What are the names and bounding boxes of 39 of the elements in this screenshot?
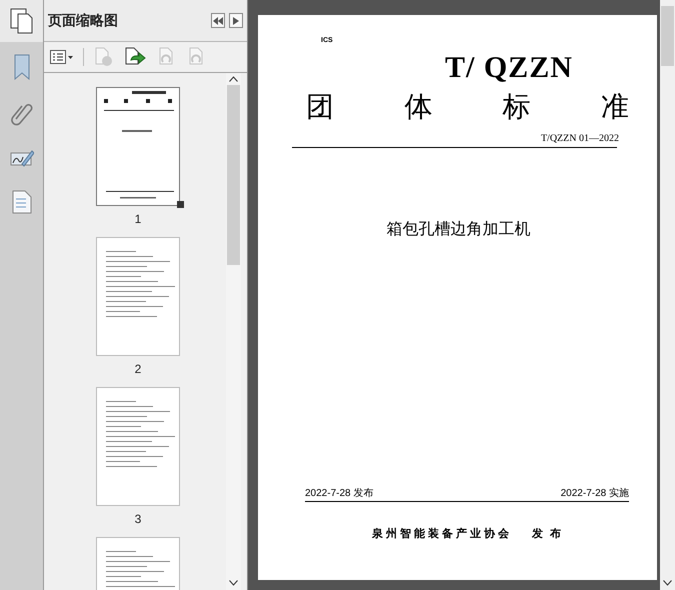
extract-page-icon[interactable] [124, 47, 146, 67]
heading-character: 体 [404, 90, 432, 122]
scroll-down-icon[interactable] [229, 580, 238, 586]
heading-character: 团 [306, 90, 334, 122]
publish-label: 发 布 [532, 526, 564, 542]
page-thumbnail[interactable] [96, 87, 180, 206]
right-arrow-icon [233, 16, 239, 24]
double-left-arrow-icon [213, 16, 223, 24]
pages-icon[interactable] [10, 8, 34, 34]
scrollbar[interactable] [660, 0, 675, 590]
panel-title: 页面缩略图 [48, 11, 119, 30]
document-icon[interactable] [12, 190, 32, 214]
scroll-down-icon[interactable] [663, 580, 672, 586]
scrollbar-thumb[interactable] [227, 85, 240, 265]
effective-date: 2022-7-28 实施 [560, 486, 629, 500]
view-marker[interactable] [177, 201, 184, 208]
scrollbar-thumb[interactable] [661, 6, 674, 66]
organization-code: T/ QZZN [445, 52, 573, 82]
paperclip-icon[interactable] [10, 102, 32, 126]
caret-icon [68, 56, 73, 58]
bookmark-icon[interactable] [12, 54, 30, 80]
document-title: 箱包孔槽边角加工机 [386, 220, 530, 240]
list-icon [50, 50, 66, 64]
scroll-up-icon[interactable] [229, 76, 238, 82]
options-button[interactable] [50, 50, 73, 64]
scrollbar[interactable] [226, 73, 241, 590]
publisher-name: 泉州智能装备产业协会 [372, 526, 512, 542]
page-number: 3 [134, 512, 142, 526]
expand-button[interactable] [229, 13, 243, 28]
standard-number: T/QZZN 01—2022 [540, 132, 619, 146]
page-number: 1 [134, 212, 142, 226]
signature-icon[interactable] [10, 148, 34, 168]
collapse-button[interactable] [211, 13, 225, 28]
heading-character: 准 [600, 90, 629, 122]
page-thumbnail[interactable] [96, 387, 180, 506]
page-number: 2 [134, 362, 142, 376]
page-thumbnail[interactable] [96, 237, 180, 356]
publish-date: 2022-7-28 发布 [305, 486, 374, 500]
heading-character: 标 [502, 90, 531, 122]
